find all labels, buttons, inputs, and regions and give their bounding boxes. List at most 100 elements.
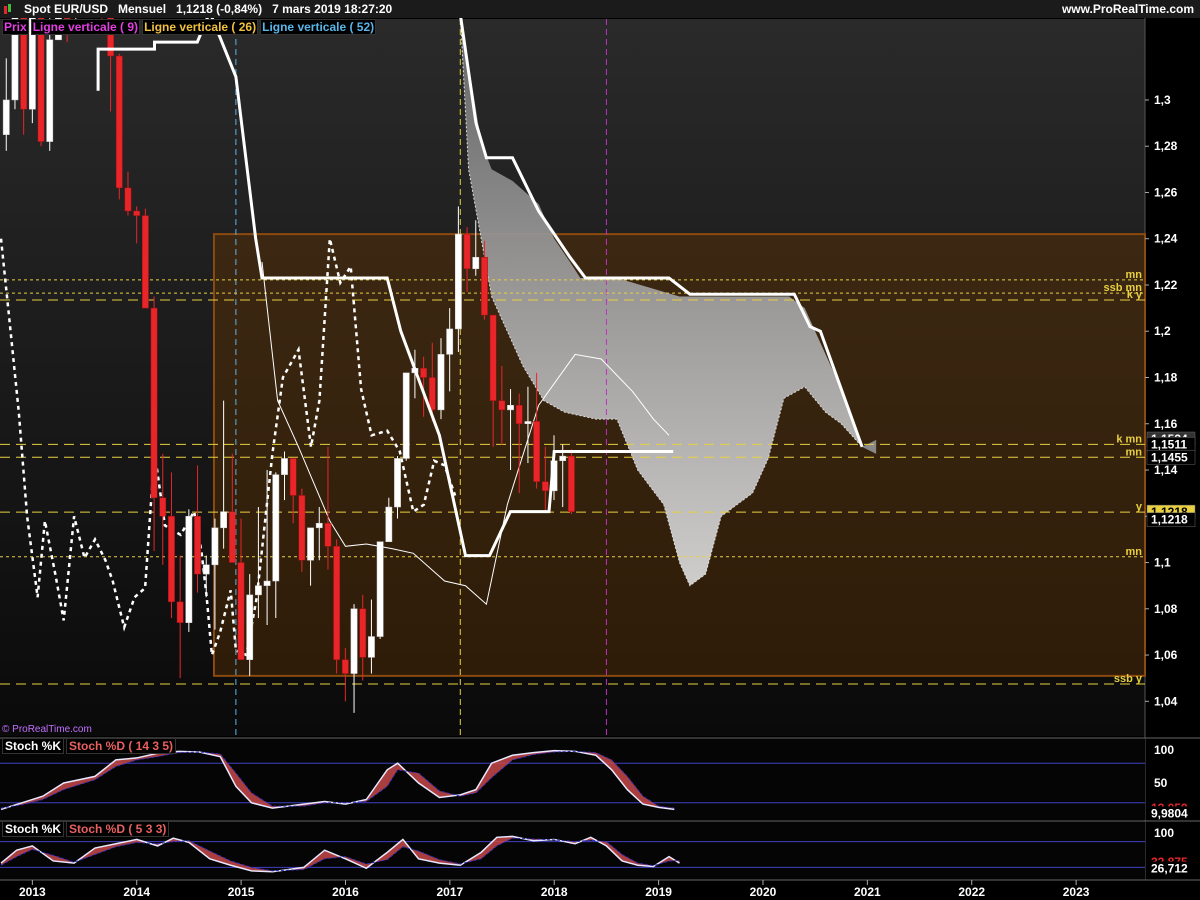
stoch2-value-tag: 26,712 <box>1151 862 1188 876</box>
candle <box>46 39 54 142</box>
x-tick-label: 2020 <box>750 885 777 899</box>
level-label-0: mn <box>1126 269 1143 281</box>
site-link[interactable]: www.ProRealTime.com <box>1062 0 1194 18</box>
stoch1-k-label[interactable]: Stoch %K <box>2 738 65 754</box>
candle <box>115 55 123 189</box>
candle <box>368 636 375 658</box>
candle <box>168 516 175 603</box>
candle <box>437 354 445 411</box>
candle <box>307 527 314 561</box>
level-label-2: k y <box>1127 289 1143 301</box>
chart-header: Spot EUR/USD Mensuel 1,1218 (-0,84%) 7 m… <box>0 0 1200 18</box>
legend-price[interactable]: Prix <box>2 19 29 35</box>
candle <box>324 522 332 547</box>
candle <box>507 405 514 411</box>
legend-vline-26[interactable]: Ligne verticale ( 26) <box>142 19 259 35</box>
candle <box>541 481 549 492</box>
candle <box>463 233 471 270</box>
candle <box>315 522 323 529</box>
last-price: 1,1218 (-0,84%) <box>176 2 263 16</box>
candle <box>524 421 532 425</box>
stoch2-k-label[interactable]: Stoch %K <box>2 821 65 837</box>
candle <box>359 608 367 658</box>
y-tick-label: 1,28 <box>1154 139 1178 153</box>
candle <box>298 495 306 561</box>
price-tag: 1,1455 <box>1151 450 1188 464</box>
chart-canvas: mnssb mnk yk mnmnymnssb y1,31,281,261,24… <box>0 0 1200 900</box>
candle <box>385 506 393 542</box>
candle <box>498 400 506 411</box>
x-tick-label: 2015 <box>228 885 255 899</box>
y-tick-label: 1,1 <box>1154 556 1171 570</box>
x-tick-label: 2023 <box>1063 885 1090 899</box>
y-tick-label: 1,16 <box>1154 417 1178 431</box>
candle <box>2 99 10 135</box>
candle <box>515 405 523 425</box>
candle <box>533 421 541 482</box>
candle <box>281 458 288 475</box>
candle <box>420 367 427 378</box>
candle <box>454 233 462 330</box>
candle <box>481 256 488 316</box>
x-axis-bg <box>0 880 1200 900</box>
candle <box>289 458 297 496</box>
stoch1-y-tick: 50 <box>1154 776 1168 790</box>
candle <box>341 659 349 674</box>
candle <box>446 328 454 355</box>
candle <box>237 562 245 660</box>
candle <box>211 527 219 566</box>
stoch2-panel-bg <box>0 821 1145 880</box>
period-label: Mensuel <box>118 2 167 16</box>
x-tick-label: 2019 <box>645 885 672 899</box>
stoch1-d-label[interactable]: Stoch %D ( 14 3 5) <box>66 738 177 754</box>
candle <box>428 377 436 411</box>
candle <box>263 580 271 586</box>
price-legend: Prix Ligne verticale ( 9) Ligne verticale … <box>2 19 378 35</box>
candle <box>402 372 410 459</box>
x-tick-label: 2018 <box>541 885 568 899</box>
candle <box>228 511 236 563</box>
watermark: © ProRealTime.com <box>2 724 92 735</box>
y-tick-label: 1,2 <box>1154 324 1171 338</box>
x-tick-label: 2014 <box>123 885 150 899</box>
candle <box>150 307 158 499</box>
level-label-4: mn <box>1126 446 1143 458</box>
stoch1-y-tick: 100 <box>1154 743 1174 757</box>
stoch2-legend: Stoch %K Stoch %D ( 5 3 3) <box>2 821 171 837</box>
x-tick-label: 2013 <box>19 885 46 899</box>
y-tick-label: 1,26 <box>1154 185 1178 199</box>
candle <box>220 511 228 529</box>
stoch2-y-tick: 100 <box>1154 826 1174 840</box>
candle <box>159 497 167 517</box>
stoch2-d-label[interactable]: Stoch %D ( 5 3 3) <box>66 821 170 837</box>
level-label-5: y <box>1136 501 1143 513</box>
candle <box>124 187 132 212</box>
candle <box>246 594 254 660</box>
candle <box>133 210 141 216</box>
y-tick-label: 1,04 <box>1154 694 1178 708</box>
candle <box>472 256 480 270</box>
candle <box>568 455 575 512</box>
x-tick-label: 2016 <box>332 885 359 899</box>
candle <box>376 541 384 637</box>
candle <box>272 474 280 582</box>
y-tick-label: 1,3 <box>1154 93 1171 107</box>
candle <box>333 546 341 660</box>
candle <box>202 564 210 575</box>
price-tag: 1,1218 <box>1151 513 1188 527</box>
candle <box>394 458 401 508</box>
legend-vline-52[interactable]: Ligne verticale ( 52) <box>260 19 377 35</box>
stoch1-value-tag: 9,9804 <box>1151 806 1188 820</box>
price-tag: 1,1511 <box>1151 437 1187 451</box>
legend-vline-9[interactable]: Ligne verticale ( 9) <box>30 19 141 35</box>
candle <box>176 601 184 623</box>
candle <box>255 585 262 596</box>
candle <box>559 455 567 462</box>
x-tick-label: 2022 <box>958 885 985 899</box>
y-tick-label: 1,22 <box>1154 278 1178 292</box>
candle <box>489 314 497 401</box>
candle <box>194 516 201 575</box>
level-label-7: ssb y <box>1114 673 1143 685</box>
y-tick-label: 1,18 <box>1154 371 1178 385</box>
candle <box>185 516 193 623</box>
